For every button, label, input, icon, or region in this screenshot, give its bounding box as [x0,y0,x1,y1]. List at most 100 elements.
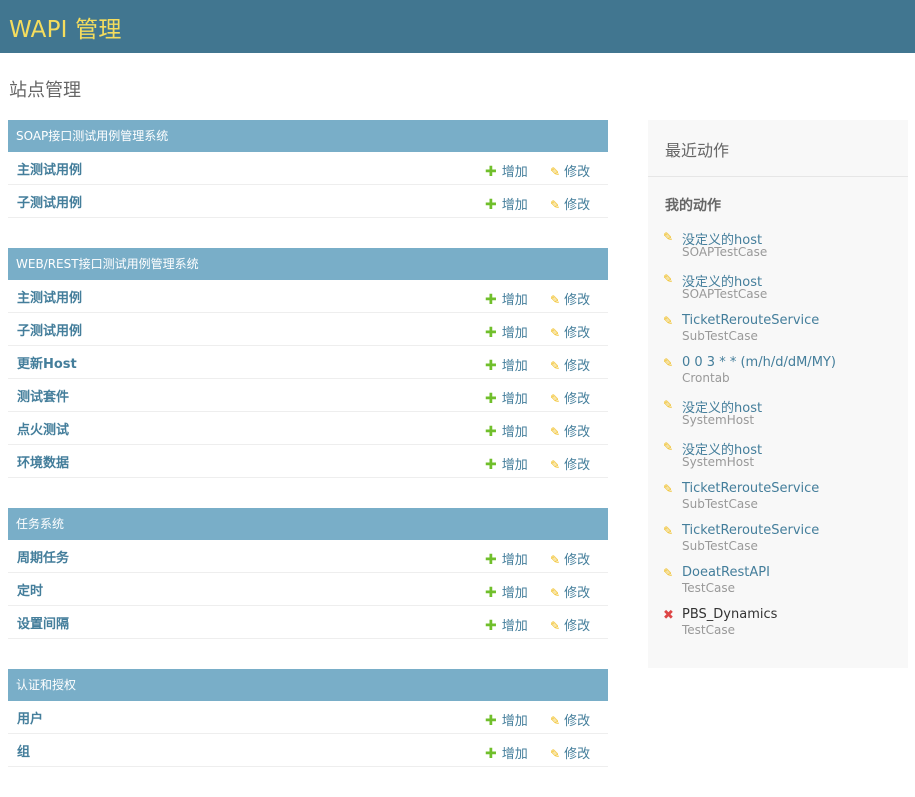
module-caption[interactable]: 任务系统 [8,508,608,540]
add-link[interactable]: ✚ 增加 [485,161,528,180]
add-link[interactable]: ✚ 增加 [485,710,528,729]
change-label: 修改 [564,586,591,601]
change-label: 修改 [564,747,591,762]
app-module: WEB/REST接口测试用例管理系统 主测试用例 ✚ 增加 ✎ 修改 子测试用例 ✚ 增加 ✎ 修改… [8,248,608,478]
change-label: 修改 [564,553,591,568]
change-link[interactable]: ✎ 修改 [550,582,590,601]
add-label: 增加 [501,326,528,341]
change-link[interactable]: ✎ 修改 [550,743,590,762]
change-label: 修改 [564,714,591,729]
plus-icon: ✚ [485,424,497,440]
plus-icon: ✚ [485,746,497,762]
add-link[interactable]: ✚ 增加 [485,421,528,440]
model-row: 设置间隔 ✚ 增加 ✎ 修改 [8,606,608,639]
add-label: 增加 [501,359,528,374]
change-label: 修改 [564,359,591,374]
recent-action-link[interactable]: DoeatRestAPI [682,565,770,580]
recent-action-item: ✎ 没定义的host SystemHost [663,397,908,439]
model-row: 更新Host ✚ 增加 ✎ 修改 [8,346,608,379]
change-label: 修改 [564,293,591,308]
pencil-icon: ✎ [663,272,674,286]
recent-action-type: SubTestCase [682,497,758,511]
module-caption[interactable]: SOAP接口测试用例管理系统 [8,120,608,152]
app-module: 任务系统 周期任务 ✚ 增加 ✎ 修改 定时 ✚ 增加 ✎ 修改 设置间隔 ✚ 增加 ✎ 修改 [8,508,608,639]
change-label: 修改 [564,458,591,473]
recent-action-item: ✎ TicketRerouteService SubTestCase [663,523,908,565]
add-link[interactable]: ✚ 增加 [485,355,528,374]
pencil-icon: ✎ [550,392,561,406]
recent-action-type: TestCase [682,581,735,595]
module-caption[interactable]: WEB/REST接口测试用例管理系统 [8,248,608,280]
plus-icon: ✚ [485,618,497,634]
add-link[interactable]: ✚ 增加 [485,582,528,601]
recent-action-link[interactable]: TicketRerouteService [682,481,819,496]
pencil-icon: ✎ [550,425,561,439]
change-label: 修改 [564,619,591,634]
pencil-icon: ✎ [663,482,674,496]
recent-action-item: ✎ TicketRerouteService SubTestCase [663,313,908,355]
change-link[interactable]: ✎ 修改 [550,289,590,308]
app-module: SOAP接口测试用例管理系统 主测试用例 ✚ 增加 ✎ 修改 子测试用例 ✚ 增加 ✎ 修改 [8,120,608,218]
recent-action-item: ✖ PBS_Dynamics TestCase [663,607,908,649]
pencil-icon: ✎ [663,230,674,244]
change-link[interactable]: ✎ 修改 [550,194,590,213]
change-link[interactable]: ✎ 修改 [550,710,590,729]
recent-action-link[interactable]: 0 0 3 * * (m/h/d/dM/MY) [682,355,836,370]
add-link[interactable]: ✚ 增加 [485,388,528,407]
plus-icon: ✚ [485,292,497,308]
add-label: 增加 [501,714,528,729]
change-link[interactable]: ✎ 修改 [550,388,590,407]
recent-action-type: Crontab [682,371,730,385]
model-row: 测试套件 ✚ 增加 ✎ 修改 [8,379,608,412]
recent-action-type: SystemHost [682,413,755,427]
add-label: 增加 [501,198,528,213]
recent-action-link[interactable]: TicketRerouteService [682,313,819,328]
model-row: 点火测试 ✚ 增加 ✎ 修改 [8,412,608,445]
pencil-icon: ✎ [550,619,561,633]
pencil-icon: ✎ [663,566,674,580]
app-list: SOAP接口测试用例管理系统 主测试用例 ✚ 增加 ✎ 修改 子测试用例 ✚ 增加 ✎ 修改 WEB/… [8,120,608,797]
my-actions-heading: 我的动作 [665,198,721,214]
model-row: 组 ✚ 增加 ✎ 修改 [8,734,608,767]
add-link[interactable]: ✚ 增加 [485,289,528,308]
plus-icon: ✚ [485,197,497,213]
change-link[interactable]: ✎ 修改 [550,322,590,341]
add-link[interactable]: ✚ 增加 [485,743,528,762]
model-row: 主测试用例 ✚ 增加 ✎ 修改 [8,152,608,185]
header: WAPI 管理 [0,0,915,53]
recent-action-type: SubTestCase [682,539,758,553]
recent-actions-title: 最近动作 [648,120,908,177]
add-link[interactable]: ✚ 增加 [485,454,528,473]
model-row: 环境数据 ✚ 增加 ✎ 修改 [8,445,608,478]
site-name[interactable]: WAPI 管理 [9,10,122,44]
model-row: 主测试用例 ✚ 增加 ✎ 修改 [8,280,608,313]
pencil-icon: ✎ [663,398,674,412]
add-label: 增加 [501,586,528,601]
change-link[interactable]: ✎ 修改 [550,421,590,440]
add-link[interactable]: ✚ 增加 [485,549,528,568]
pencil-icon: ✎ [550,359,561,373]
change-link[interactable]: ✎ 修改 [550,549,590,568]
recent-action-type: TestCase [682,623,735,637]
plus-icon: ✚ [485,585,497,601]
add-label: 增加 [501,293,528,308]
recent-action-type: SubTestCase [682,329,758,343]
add-label: 增加 [501,392,528,407]
action-list: ✎ 没定义的host SOAPTestCase ✎ 没定义的host SOAPTestCa… [648,215,908,649]
change-label: 修改 [564,326,591,341]
recent-action-link[interactable]: TicketRerouteService [682,523,819,538]
plus-icon: ✚ [485,164,497,180]
add-link[interactable]: ✚ 增加 [485,322,528,341]
recent-action-item: ✎ 没定义的host SOAPTestCase [663,229,908,271]
add-link[interactable]: ✚ 增加 [485,615,528,634]
module-caption[interactable]: 认证和授权 [8,669,608,701]
change-link[interactable]: ✎ 修改 [550,355,590,374]
change-link[interactable]: ✎ 修改 [550,615,590,634]
change-link[interactable]: ✎ 修改 [550,454,590,473]
page-title: 站点管理 [9,80,81,101]
pencil-icon: ✎ [663,524,674,538]
pencil-icon: ✎ [550,747,561,761]
add-link[interactable]: ✚ 增加 [485,194,528,213]
change-link[interactable]: ✎ 修改 [550,161,590,180]
plus-icon: ✚ [485,391,497,407]
